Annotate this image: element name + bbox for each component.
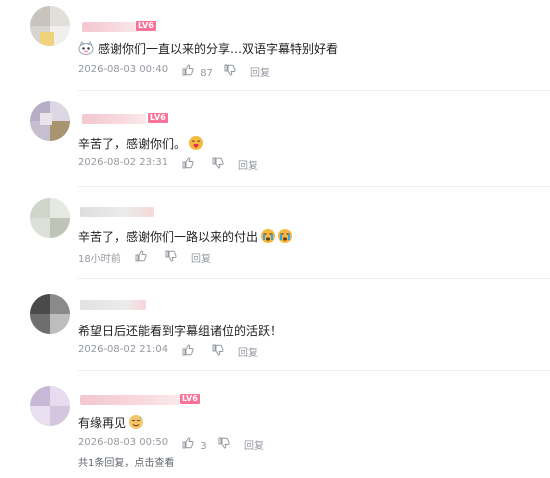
avatar[interactable] — [30, 101, 70, 141]
comment-item: LV6 感谢你们一直以来的分享…双语字幕特别好看 2026-08-03 00:4… — [0, 0, 550, 95]
avatar[interactable] — [30, 386, 70, 426]
comment-time: 2026-08-02 21:04 — [78, 344, 169, 355]
comment-item: 希望日后还能看到字幕组诸位的活跃！ 2026-08-02 21:04 回复 — [0, 284, 550, 376]
thumbs-up-icon — [182, 64, 194, 76]
comment-item: LV6 有缘再见 2026-08-03 00:50 3 回复 共1条回复，点击查… — [0, 376, 550, 478]
thumbs-down-icon — [212, 344, 224, 356]
username-redacted[interactable] — [82, 114, 146, 124]
avatar[interactable] — [30, 198, 70, 238]
comment-item: LV6 辛苦了，感谢你们。 2026-08-02 23:31 回复 — [0, 95, 550, 192]
crying-emoji — [277, 228, 293, 247]
dislike-button[interactable] — [224, 64, 236, 79]
thanks-sticker-icon — [78, 41, 94, 58]
level-badge: LV6 — [180, 394, 200, 404]
thumbs-down-icon — [165, 250, 177, 262]
thumbs-up-icon — [182, 344, 194, 356]
dislike-button[interactable] — [212, 157, 224, 172]
divider — [78, 90, 550, 91]
comment-text: 希望日后还能看到字幕组诸位的活跃！ — [78, 322, 282, 339]
reply-button[interactable]: 回复 — [250, 64, 270, 79]
comment-text-content: 感谢你们一直以来的分享…双语字幕特别好看 — [98, 42, 339, 56]
comment-text-content: 辛苦了，感谢你们。 — [78, 137, 187, 151]
reply-button[interactable]: 回复 — [191, 250, 211, 265]
thumbs-down-icon — [212, 157, 224, 169]
comment-time: 2026-08-03 00:40 — [78, 64, 169, 75]
dislike-button[interactable] — [212, 344, 224, 359]
comment-text-content: 希望日后还能看到字幕组诸位的活跃！ — [78, 324, 283, 338]
username-redacted[interactable] — [80, 300, 146, 310]
like-button[interactable]: 87 — [182, 64, 213, 79]
thumbs-down-icon — [218, 437, 230, 449]
comment-text: 感谢你们一直以来的分享…双语字幕特别好看 — [78, 40, 338, 58]
reply-summary: 共1条回复，点击查看 — [78, 454, 174, 469]
comment-text: 辛苦了，感谢你们一路以来的付出 — [78, 228, 293, 247]
like-button[interactable] — [182, 344, 194, 359]
like-count: 87 — [200, 68, 213, 79]
avatar[interactable] — [30, 294, 70, 334]
crying-emoji — [260, 228, 276, 247]
kiss-heart-emoji — [188, 135, 204, 154]
reply-button[interactable]: 回复 — [238, 157, 258, 172]
thumbs-up-icon — [182, 437, 194, 449]
like-button[interactable]: 3 — [182, 437, 207, 452]
level-badge: LV6 — [148, 113, 168, 123]
smile-sweat-emoji — [128, 414, 144, 433]
comment-item: 辛苦了，感谢你们一路以来的付出 18小时前 回复 — [0, 192, 550, 284]
comment-time: 2026-08-03 00:50 — [78, 437, 169, 448]
thumbs-up-icon — [135, 250, 147, 262]
level-badge: LV6 — [136, 21, 156, 31]
reply-count-text: 共1条回复， — [78, 458, 135, 469]
thumbs-up-icon — [182, 157, 194, 169]
dislike-button[interactable] — [165, 250, 177, 265]
divider — [78, 278, 550, 279]
comment-text-content: 有缘再见 — [78, 416, 127, 430]
reply-button[interactable]: 回复 — [244, 437, 264, 452]
username-redacted[interactable] — [82, 22, 138, 32]
comment-time: 18小时前 — [78, 254, 121, 265]
comment-text: 辛苦了，感谢你们。 — [78, 135, 204, 154]
username-redacted[interactable] — [80, 395, 180, 405]
reply-button[interactable]: 回复 — [238, 344, 258, 359]
dislike-button[interactable] — [218, 437, 230, 452]
like-count: 3 — [200, 441, 207, 452]
comment-text-content: 辛苦了，感谢你们一路以来的付出 — [78, 230, 259, 244]
username-redacted[interactable] — [80, 207, 154, 217]
thumbs-down-icon — [224, 64, 236, 76]
view-replies-link[interactable]: 点击查看 — [134, 458, 174, 469]
divider — [78, 370, 550, 371]
like-button[interactable] — [135, 250, 147, 265]
avatar[interactable] — [30, 6, 70, 46]
comment-text: 有缘再见 — [78, 414, 144, 433]
divider — [78, 186, 550, 187]
comment-time: 2026-08-02 23:31 — [78, 157, 169, 168]
like-button[interactable] — [182, 157, 194, 172]
